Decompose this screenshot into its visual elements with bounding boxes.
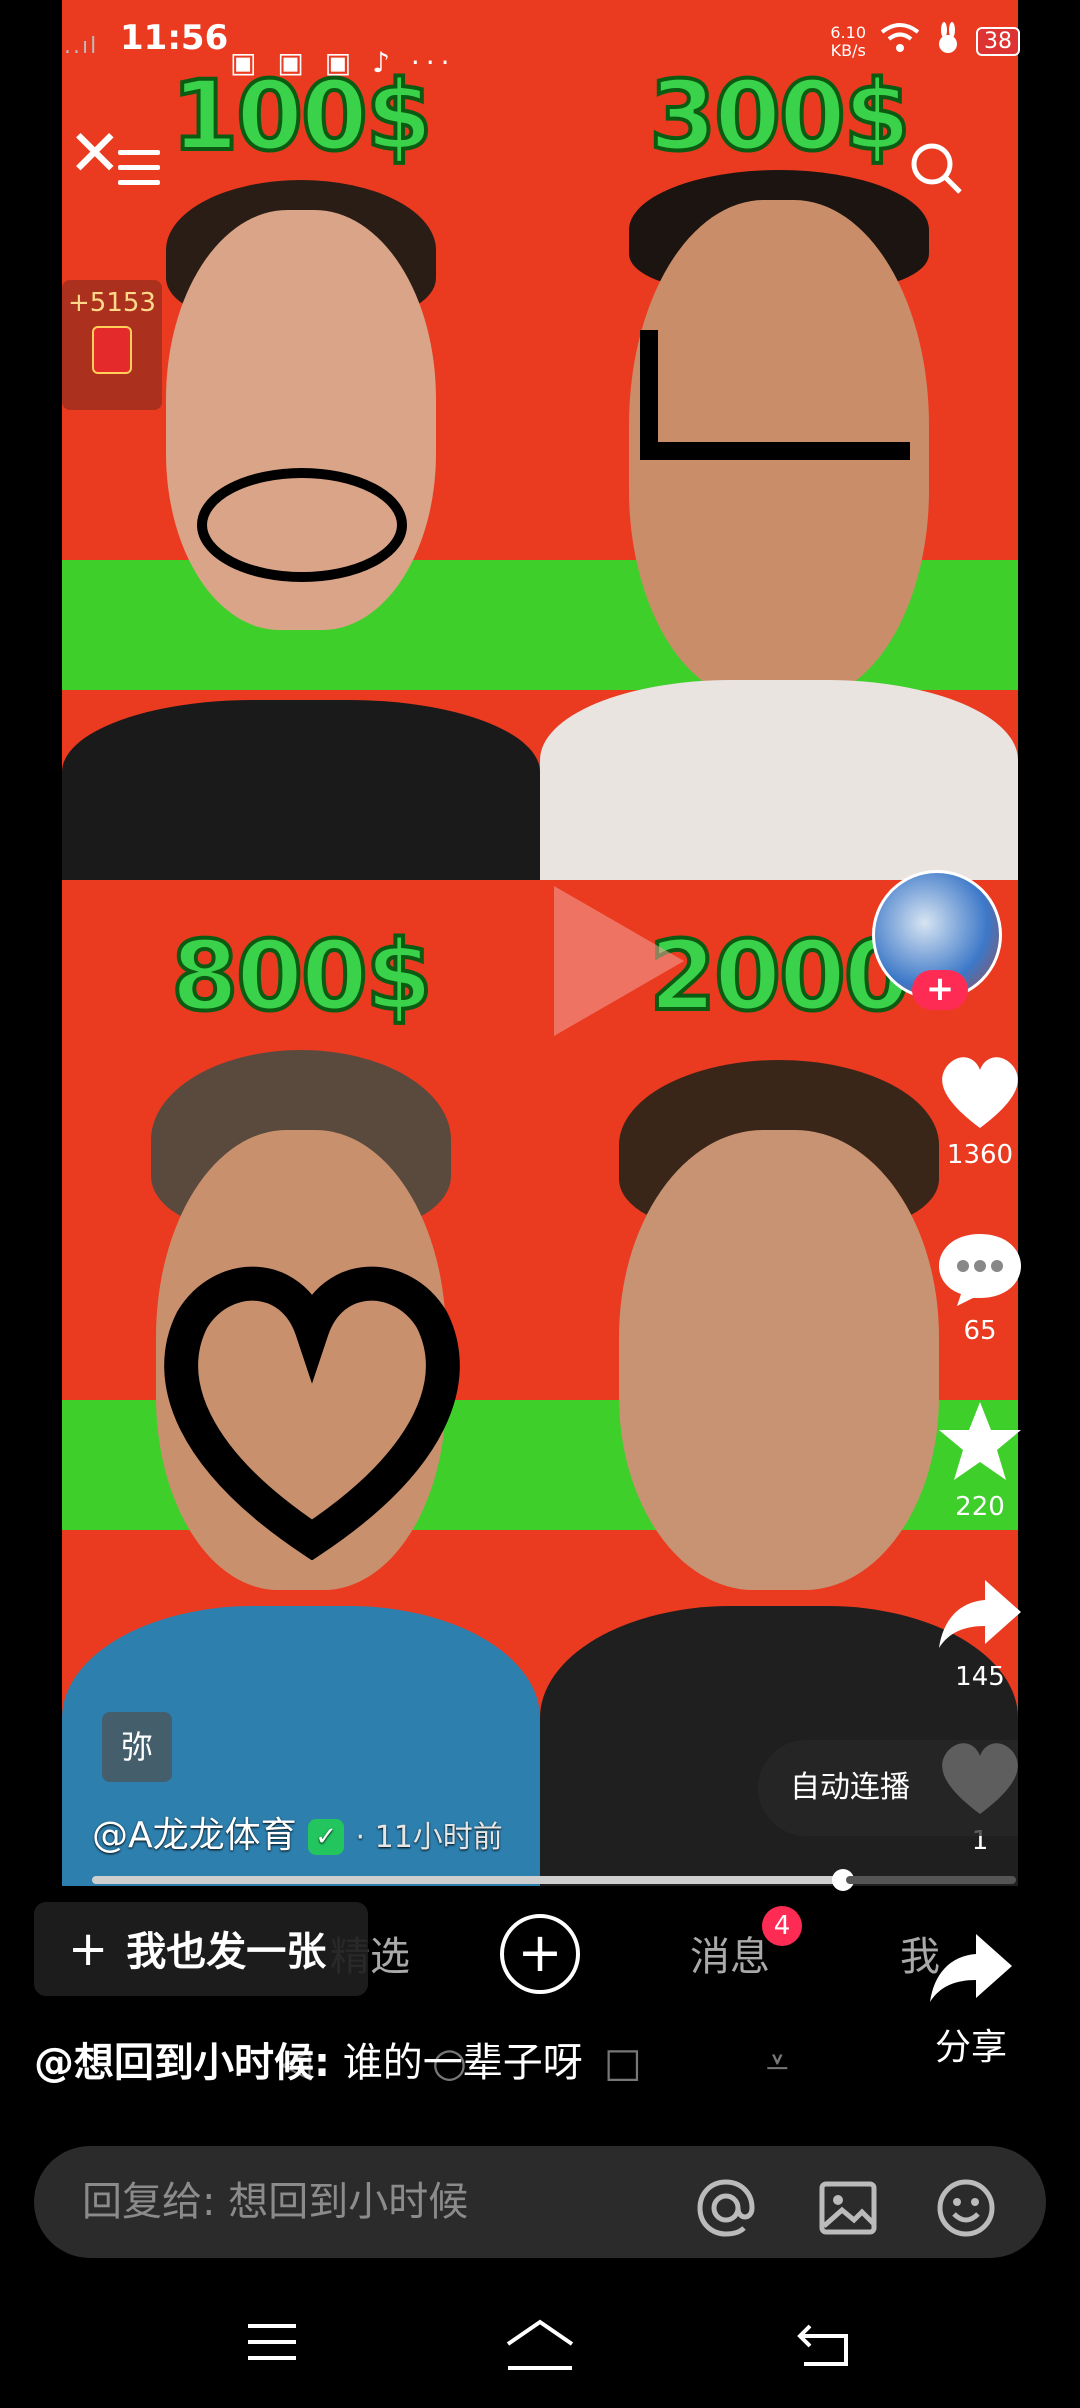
battery-level: 38 — [976, 27, 1020, 56]
status-bar: ..ıl 11:56 ▣ ▣ ▣ ♪ ··· 6.10 KB/s 38 — [0, 0, 1080, 80]
faint-recent-icon: □ — [604, 2040, 642, 2086]
heart-mark-icon — [164, 1266, 460, 1560]
author-name[interactable]: @A龙龙体育 — [92, 1815, 297, 1856]
reply-input[interactable] — [82, 2174, 682, 2230]
comment-button[interactable]: 65 — [920, 1228, 1040, 1346]
make-one-button[interactable]: + 我也发一张 — [34, 1902, 368, 1996]
follow-plus-button[interactable]: + — [912, 970, 968, 1010]
create-plus-button[interactable]: + — [500, 1914, 580, 1994]
comment-user: @想回到小时候: — [34, 2040, 330, 2086]
watermark-badge: 弥 — [102, 1712, 172, 1782]
video-progress-bar[interactable] — [92, 1869, 854, 1891]
rabbit-icon — [934, 22, 962, 61]
image-icon[interactable] — [816, 2176, 880, 2240]
close-icon[interactable]: ✕ — [68, 122, 122, 186]
author-avatar[interactable]: + — [872, 870, 1002, 1010]
faint-collapse-icon: ⩡ — [766, 2040, 789, 2086]
share-arrow-icon[interactable] — [935, 1574, 1025, 1654]
comment-text: 谁的一辈子呀 — [330, 2040, 583, 2086]
l-mark-icon — [640, 330, 910, 460]
author-line[interactable]: @A龙龙体育 ✓ · 11小时前 — [92, 1806, 503, 1858]
signal-icon: ..ıl — [64, 34, 99, 59]
grid-cell-1: 100$ — [62, 0, 540, 880]
mention-icon[interactable] — [694, 2176, 758, 2240]
net-speed: 6.10 KB/s — [830, 22, 866, 60]
menu-icon[interactable] — [118, 150, 160, 195]
status-time: 11:56 — [120, 18, 229, 58]
progress-remaining — [846, 1876, 1016, 1884]
share-count: 145 — [955, 1662, 1005, 1692]
make-one-label: 我也发一张 — [126, 1929, 327, 1975]
favorite-count: 220 — [955, 1492, 1005, 1522]
like-count: 1360 — [946, 1140, 1014, 1170]
reply-target-comment: @想回到小时候: 谁的一辈子呀 — [34, 2030, 583, 2088]
share-button[interactable]: 分享 — [916, 1930, 1026, 2070]
back-nav-icon[interactable] — [796, 2318, 852, 2368]
like-button[interactable]: 1360 — [920, 1052, 1040, 1170]
post-time: · 11小时前 — [355, 1820, 503, 1855]
autoplay-toggle[interactable]: 自动连播 — [758, 1740, 1018, 1836]
heart-icon[interactable] — [935, 1052, 1025, 1132]
reply-bar — [34, 2146, 1046, 2258]
home-nav-icon[interactable] — [504, 2318, 576, 2374]
verified-icon: ✓ — [308, 1819, 345, 1855]
red-packet-widget[interactable]: +5153 — [62, 280, 162, 410]
status-right: 6.10 KB/s 38 — [830, 22, 1020, 61]
play-icon — [554, 886, 684, 1036]
red-envelope-icon — [92, 326, 132, 374]
tab-messages[interactable]: 消息 — [690, 1924, 770, 1982]
red-packet-points: +5153 — [68, 288, 156, 318]
comment-icon[interactable] — [935, 1228, 1025, 1308]
circle-mark-icon — [197, 468, 407, 582]
face — [619, 1130, 939, 1590]
share-rail-button[interactable]: 145 — [920, 1574, 1040, 1692]
menu-nav-icon[interactable] — [244, 2318, 300, 2368]
favorite-button[interactable]: 220 — [920, 1398, 1040, 1522]
autoplay-label: 自动连播 — [790, 1770, 910, 1805]
price-label: 800$ — [169, 918, 434, 1034]
share-label: 分享 — [934, 2027, 1007, 2068]
emoji-icon[interactable] — [934, 2176, 998, 2240]
share-arrow-icon[interactable] — [926, 1930, 1016, 2006]
system-nav-bar — [0, 2290, 1080, 2408]
plus-icon: + — [68, 1921, 109, 1977]
comment-count: 65 — [963, 1316, 997, 1346]
grid-cell-2: 300$ — [540, 0, 1018, 880]
star-icon[interactable] — [935, 1398, 1025, 1484]
messages-badge: 4 — [762, 1906, 802, 1946]
wifi-icon — [880, 22, 920, 61]
search-icon[interactable] — [908, 140, 964, 196]
notification-icons: ▣ ▣ ▣ ♪ ··· — [230, 46, 456, 79]
